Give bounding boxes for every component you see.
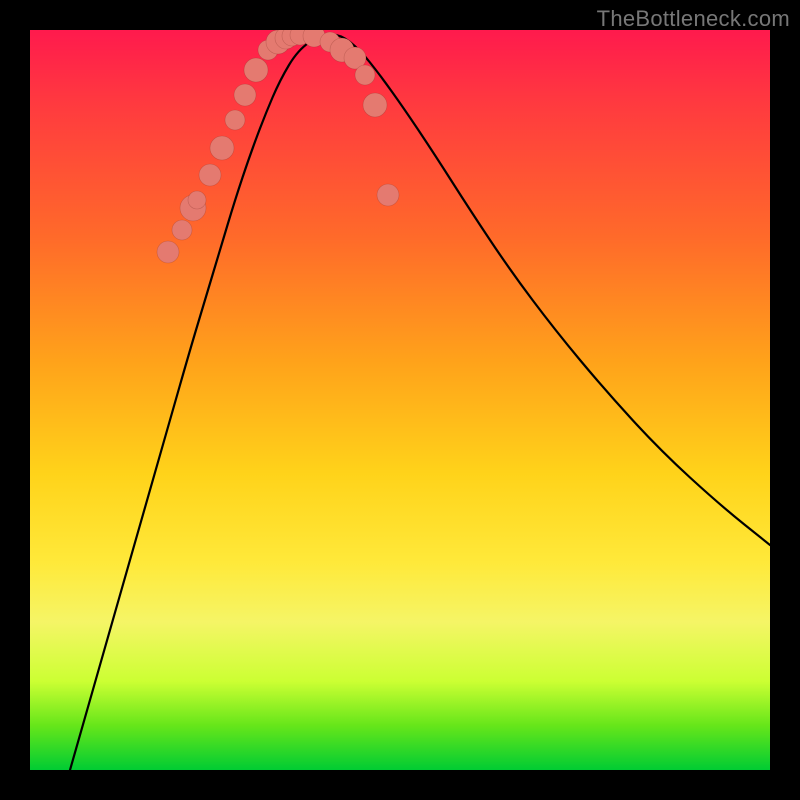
scatter-dots bbox=[157, 30, 399, 263]
watermark-text: TheBottleneck.com bbox=[597, 6, 790, 32]
plot-area bbox=[30, 30, 770, 770]
dot bbox=[244, 58, 268, 82]
bottleneck-curve bbox=[70, 34, 770, 770]
dot bbox=[377, 184, 399, 206]
dot bbox=[157, 241, 179, 263]
dot bbox=[225, 110, 245, 130]
dot bbox=[199, 164, 221, 186]
dot bbox=[355, 65, 375, 85]
outer-frame: TheBottleneck.com bbox=[0, 0, 800, 800]
dot bbox=[188, 191, 206, 209]
dot bbox=[210, 136, 234, 160]
dot bbox=[172, 220, 192, 240]
dot bbox=[234, 84, 256, 106]
dot bbox=[363, 93, 387, 117]
chart-svg bbox=[30, 30, 770, 770]
